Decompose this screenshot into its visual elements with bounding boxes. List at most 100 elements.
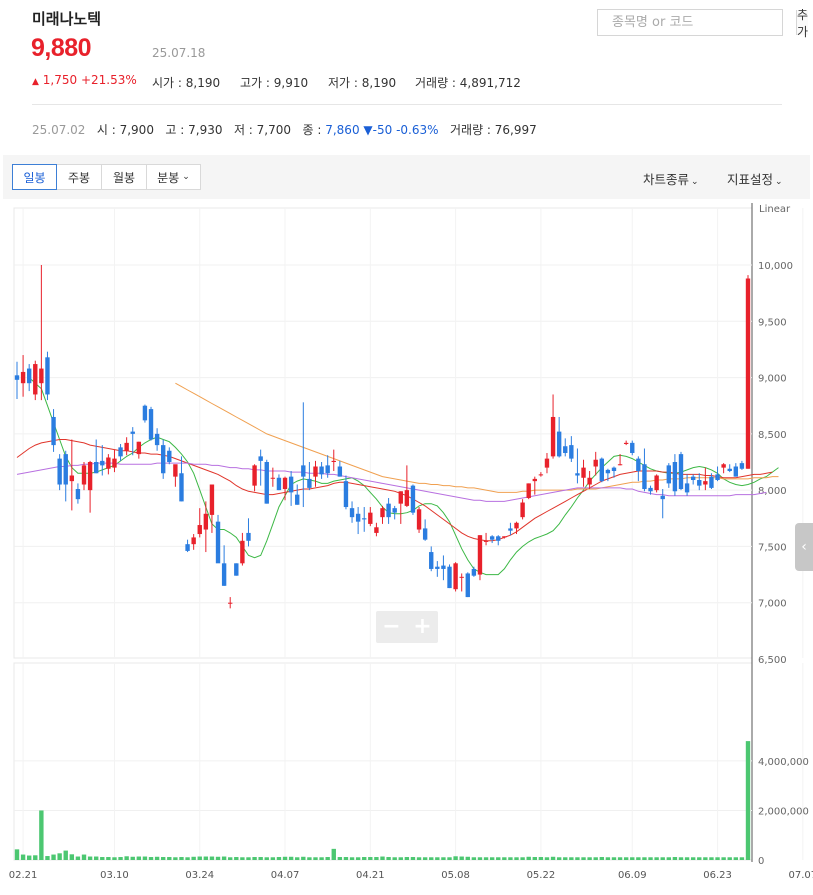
period-daily-button[interactable]: 일봉 [12,164,57,190]
candle-body [550,416,556,457]
moving-average-line-ma120 [16,462,767,502]
candle [288,471,294,506]
candle [136,441,142,459]
candle [301,402,306,508]
volume-bar [715,857,720,860]
indicator-label: 지표설정 [727,172,774,187]
candle [380,505,385,524]
candle-body [392,508,397,513]
volume-bar [51,854,56,860]
volume-bar [477,857,483,860]
volume-bar [709,857,714,860]
volume-bar [739,857,745,860]
volume-bar [185,857,190,860]
candle [368,507,373,527]
candle [374,522,379,537]
y-tick-label: 9,500 [758,317,787,328]
candle [642,448,647,492]
candle-body [161,445,166,474]
candle-body [459,576,464,578]
candle [520,499,525,520]
candle [447,564,452,589]
volume-bar [532,857,537,860]
candle-body [398,491,403,504]
price-chart[interactable]: Linear 10,000 9,500 9,000 8,500 8,000 7,500 7,0… [0,199,813,895]
volume-bar [666,857,672,860]
candle-body [264,462,269,504]
quote-date: 25.07.18 [152,46,206,60]
candle [416,507,422,533]
candle-body [355,513,361,522]
zoom-out-button[interactable]: − [382,616,400,638]
candle [666,463,672,488]
candle-body [453,563,458,590]
candle [63,450,68,502]
chevron-down-icon: ⌄ [182,172,190,182]
volume-bar [343,857,349,860]
side-panel-toggle[interactable]: ‹ [795,523,813,571]
volume-bar [112,857,117,860]
volume-bar [721,857,726,860]
add-button[interactable]: 추가 [796,8,809,39]
candle-body [197,525,202,535]
period-monthly-button[interactable]: 월봉 [102,164,147,190]
period-weekly-button[interactable]: 주봉 [57,164,102,190]
candle-body [51,416,56,446]
period-minute-label: 분봉 [157,170,180,185]
indicator-settings-dropdown[interactable]: 지표설정 ⌄ [727,169,783,188]
candle-body [526,483,531,499]
x-tick-label: 03.10 [100,870,129,881]
candle-body [404,490,410,506]
y-tick-label: 7,500 [758,542,787,553]
volume-bar [270,857,276,860]
volume-bar [130,856,135,860]
candle-body [209,484,215,515]
hover-change-percent: -0.63% [396,123,439,137]
candle-body [282,477,288,490]
volume-bar [581,857,586,860]
candle-body [593,459,598,467]
volume-bar [550,856,556,860]
volume-bar [690,857,696,860]
volume-bar [563,857,568,860]
candle-body [502,536,507,538]
candle-body [319,466,324,475]
volume-bar [429,857,434,860]
candle-body [100,460,105,466]
zoom-control: − + [376,611,438,643]
volume-bar [642,857,647,860]
volume-bar [282,856,288,860]
chart-type-dropdown[interactable]: 차트종류 ⌄ [643,169,699,188]
search-input[interactable] [598,10,796,35]
volume-bar [276,857,282,860]
candle-body [447,566,452,589]
hover-close: 7,860 [325,123,360,137]
volume-bar [703,857,708,860]
candle-body [514,522,519,529]
candle-body [234,563,239,576]
candle-body [173,464,178,477]
candle-body [185,544,190,551]
candle [307,462,312,491]
candle [258,449,263,486]
volume-bar [26,855,32,860]
volume-bar [154,856,160,860]
candle [106,454,111,475]
volume-bar [514,857,519,860]
period-minute-button[interactable]: 분봉 ⌄ [147,164,201,190]
candle-body [496,536,501,541]
zoom-in-button[interactable]: + [413,616,431,638]
candle [672,454,678,496]
candle-body [130,431,135,434]
candle-body [112,458,117,468]
candle [654,474,659,493]
candle-body [684,483,690,493]
volume-bar [502,857,507,860]
candle-body [136,441,142,455]
candle-body [477,535,483,575]
open-price: 시가 : 8,190 [152,76,221,90]
candle [392,505,397,520]
candle [69,439,75,511]
candle-body [489,536,495,540]
candle-body [441,565,446,569]
